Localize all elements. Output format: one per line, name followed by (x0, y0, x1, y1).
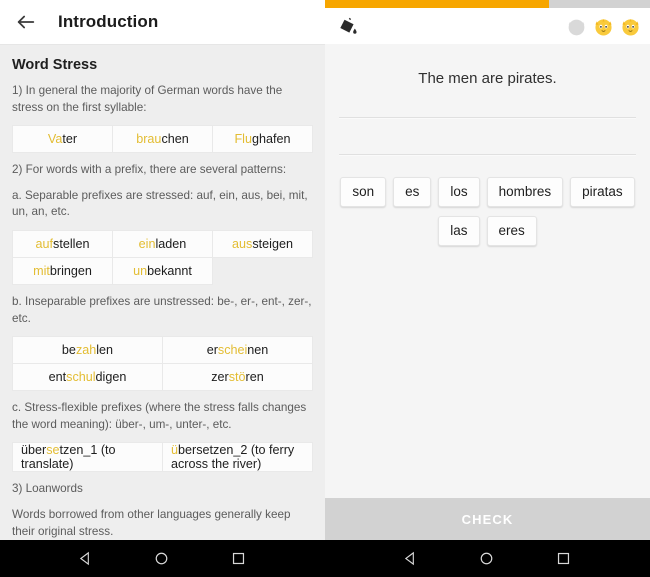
word-table-flexible-prefixes: übersetzen_1 (to translate) übersetzen_2… (12, 442, 313, 473)
lesson-paragraph-2: 2) For words with a prefix, there are se… (12, 163, 287, 177)
answer-line-1[interactable] (339, 117, 636, 118)
word-cell: übersetzen_1 (to translate) (12, 442, 163, 473)
word-table-inseparable-prefixes: bezahlen erscheinen entschuldigen zerstö… (12, 336, 313, 392)
word-cell: entschuldigen (12, 363, 163, 392)
word-cell: Vater (12, 125, 113, 154)
word-tile[interactable]: hombres (486, 177, 564, 207)
word-tile[interactable]: son (340, 177, 387, 207)
android-navbar-right (325, 540, 650, 577)
arrow-left-icon[interactable] (14, 10, 38, 34)
triangle-back-icon[interactable] (78, 551, 94, 567)
square-recents-icon[interactable] (231, 551, 247, 567)
life-full-icon-1 (592, 15, 615, 38)
triangle-back-icon[interactable] (403, 551, 419, 567)
android-navbar-left (0, 540, 325, 577)
exercise-prompt: The men are pirates. (418, 70, 557, 87)
table-row: aufstellen einladen aussteigen (12, 230, 313, 259)
word-table-first-syllable: Vater brauchen Flughafen (12, 125, 313, 154)
check-button[interactable]: CHECK (325, 498, 650, 540)
word-tile[interactable]: eres (486, 216, 537, 246)
word-tile[interactable]: las (438, 216, 480, 246)
table-row: entschuldigen zerstören (12, 363, 313, 392)
page-title: Introduction (58, 12, 159, 31)
left-phone-screen: Introduction Word Stress 1) In general t… (0, 0, 325, 577)
table-row: Vater brauchen Flughafen (12, 125, 313, 154)
word-bank-row: son es los hombres piratas (339, 177, 636, 207)
word-cell: unbekannt (112, 257, 213, 286)
dual-screenshot-root: Introduction Word Stress 1) In general t… (0, 0, 650, 577)
lesson-heading: Word Stress (12, 57, 98, 73)
table-row: übersetzen_1 (to translate) übersetzen_2… (12, 442, 313, 473)
word-tile[interactable]: piratas (570, 177, 635, 207)
word-tile[interactable]: es (393, 177, 432, 207)
circle-home-icon[interactable] (479, 551, 495, 567)
word-cell: übersetzen_2 (to ferry across the river) (162, 442, 313, 473)
lesson-progress-bar (325, 0, 650, 8)
word-cell: erscheinen (162, 336, 313, 365)
word-table-separable-prefixes: aufstellen einladen aussteigen mitbringe… (12, 230, 313, 286)
word-tile[interactable]: los (438, 177, 480, 207)
paint-bucket-icon[interactable] (337, 15, 359, 37)
word-cell: aufstellen (12, 230, 113, 259)
lesson-progress-fill (325, 0, 550, 8)
lesson-paragraph-3b: Words borrowed from other languages gene… (12, 508, 291, 538)
check-button-container: CHECK (325, 498, 650, 540)
lesson-paragraph-3: 3) Loanwords (12, 482, 83, 496)
word-cell: einladen (112, 230, 213, 259)
answer-drop-zone[interactable] (325, 117, 650, 155)
word-cell: Flughafen (212, 125, 313, 154)
exercise-body: The men are pirates. son es los hombres … (325, 44, 650, 540)
word-cell: bezahlen (12, 336, 163, 365)
exercise-spacer (325, 255, 650, 498)
lesson-paragraph-2b: b. Inseparable prefixes are unstressed: … (12, 295, 312, 325)
lesson-appbar: Introduction (0, 0, 325, 45)
word-cell-empty (212, 257, 313, 286)
right-phone-screen: The men are pirates. son es los hombres … (325, 0, 650, 577)
word-bank: son es los hombres piratas las eres (325, 155, 650, 255)
lesson-paragraph-2a: a. Separable prefixes are stressed: auf,… (12, 188, 308, 219)
life-empty-icon (565, 15, 588, 38)
word-cell: brauchen (112, 125, 213, 154)
square-recents-icon[interactable] (556, 551, 572, 567)
life-full-icon-2 (619, 15, 642, 38)
lives-indicator (565, 15, 642, 38)
word-cell: mitbringen (12, 257, 113, 286)
word-bank-row: las eres (339, 216, 636, 246)
word-cell: zerstören (162, 363, 313, 392)
lesson-content: Word Stress 1) In general the majority o… (0, 45, 325, 540)
lesson-paragraph-1: 1) In general the majority of German wor… (12, 84, 283, 114)
lesson-paragraph-2c: c. Stress-flexible prefixes (where the s… (12, 401, 307, 431)
lesson-scroll-area[interactable]: Word Stress 1) In general the majority o… (0, 45, 325, 540)
table-row: mitbringen unbekannt (12, 257, 313, 286)
circle-home-icon[interactable] (154, 551, 170, 567)
table-row: bezahlen erscheinen (12, 336, 313, 365)
word-cell: aussteigen (212, 230, 313, 259)
exercise-topbar (325, 8, 650, 44)
